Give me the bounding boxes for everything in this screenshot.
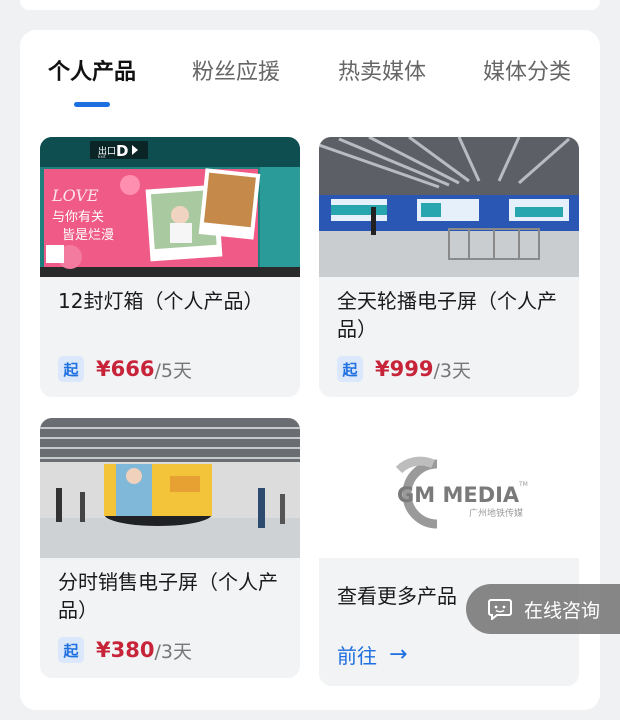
- starting-from-badge: 起: [58, 356, 84, 382]
- tab-personal-products[interactable]: 个人产品: [48, 54, 136, 86]
- price-value: ¥380: [96, 638, 155, 662]
- price-row: 起 ¥380 /3天: [58, 636, 192, 664]
- exit-sign-en: Exit: [98, 154, 106, 159]
- price-duration: /5天: [154, 359, 192, 382]
- price-duration: /3天: [433, 359, 471, 382]
- product-title: 分时销售电子屏（个人产品）: [58, 570, 278, 622]
- online-consult-label: 在线咨询: [524, 599, 601, 622]
- price-row: 起 ¥666 /5天: [58, 355, 192, 383]
- product-card-lightbox[interactable]: 出口 D Exit LOVE 与你有关 皆是烂漫 12封灯箱（个人产品） 起 ¥…: [40, 137, 300, 397]
- price-duration: /3天: [154, 640, 192, 663]
- svg-text:广州地铁传媒: 广州地铁传媒: [469, 507, 523, 519]
- svg-text:TM: TM: [518, 481, 528, 488]
- product-card-timeshare-screen[interactable]: 分时销售电子屏（个人产品） 起 ¥380 /3天: [40, 418, 300, 678]
- concourse-screens-photo: [319, 137, 579, 277]
- price-value: ¥999: [375, 357, 434, 381]
- gm-media-logo: GM MEDIA TM 广州地铁传媒: [319, 418, 579, 558]
- starting-from-badge: 起: [58, 637, 84, 663]
- chat-icon: [488, 598, 512, 622]
- product-title: 12封灯箱（个人产品）: [58, 289, 264, 313]
- go-label: 前往: [337, 644, 377, 668]
- go-link[interactable]: 前往 →: [337, 640, 407, 669]
- ad-love-text: LOVE: [51, 186, 99, 205]
- ad-line-2: 皆是烂漫: [62, 228, 114, 243]
- ad-line-1: 与你有关: [52, 210, 104, 225]
- round-screen-concourse-photo: [40, 418, 300, 558]
- tab-fan-support[interactable]: 粉丝应援: [192, 54, 280, 86]
- category-tabs: 个人产品 粉丝应援 热卖媒体 媒体分类: [20, 30, 600, 110]
- product-card-all-day-screen[interactable]: 全天轮播电子屏（个人产品） 起 ¥999 /3天: [319, 137, 579, 397]
- tab-hot-media[interactable]: 热卖媒体: [338, 54, 426, 86]
- active-tab-indicator: [74, 102, 110, 107]
- price-row: 起 ¥999 /3天: [337, 355, 471, 383]
- starting-from-badge: 起: [337, 356, 363, 382]
- product-title: 全天轮播电子屏（个人产品）: [337, 289, 557, 341]
- price-value: ¥666: [96, 357, 155, 381]
- station-lightbox-photo: 出口 D Exit LOVE 与你有关 皆是烂漫: [40, 137, 300, 277]
- previous-card-edge: [20, 0, 600, 10]
- svg-text:GM MEDIA: GM MEDIA: [397, 483, 520, 507]
- online-consult-button[interactable]: 在线咨询: [466, 584, 620, 634]
- arrow-right-icon: →: [389, 642, 408, 667]
- tab-media-categories[interactable]: 媒体分类: [483, 54, 571, 86]
- more-products-title: 查看更多产品: [337, 584, 457, 608]
- exit-sign-letter: D: [116, 142, 128, 160]
- more-products-card[interactable]: GM MEDIA TM 广州地铁传媒 查看更多产品 前往 →: [319, 418, 579, 686]
